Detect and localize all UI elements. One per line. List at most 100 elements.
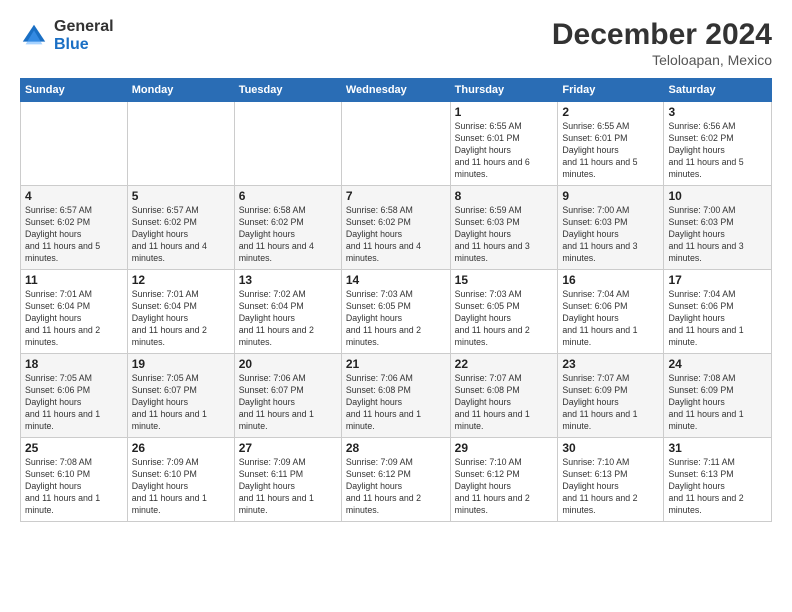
day-number: 14 — [346, 273, 446, 287]
day-number: 15 — [455, 273, 554, 287]
day-info: Sunrise: 6:55 AMSunset: 6:01 PMDaylight … — [455, 121, 554, 180]
calendar-cell: 21 Sunrise: 7:06 AMSunset: 6:08 PMDayligh… — [341, 354, 450, 438]
day-number: 31 — [668, 441, 767, 455]
day-info: Sunrise: 7:04 AMSunset: 6:06 PMDaylight … — [562, 289, 659, 348]
calendar-cell: 28Sunrise: 7:09 AMSunset: 6:12 PMDayligh… — [341, 438, 450, 522]
day-number: 27 — [239, 441, 337, 455]
col-saturday: Saturday — [664, 79, 772, 102]
day-info: Sunrise: 7:03 AMSunset: 6:05 PMDaylight … — [455, 289, 554, 348]
col-wednesday: Wednesday — [341, 79, 450, 102]
day-info: Sunrise: 7:07 AMSunset: 6:09 PMDaylight … — [562, 373, 659, 432]
calendar-cell: 2Sunrise: 6:55 AMSunset: 6:01 PMDaylight… — [558, 102, 664, 186]
calendar-cell — [127, 102, 234, 186]
day-number: 21 — [346, 357, 446, 371]
day-info: Sunrise: 7:00 AMSunset: 6:03 PMDaylight … — [668, 205, 767, 264]
day-number: 30 — [562, 441, 659, 455]
logo-blue-text: Blue — [54, 36, 114, 54]
day-info: Sunrise: 7:09 AMSunset: 6:12 PMDaylight … — [346, 457, 446, 516]
day-number: 11 — [25, 273, 123, 287]
day-number: 26 — [132, 441, 230, 455]
calendar-cell — [234, 102, 341, 186]
calendar-cell: 24 Sunrise: 7:08 AMSunset: 6:09 PMDayligh… — [664, 354, 772, 438]
day-number: 23 — [562, 357, 659, 371]
day-number: 9 — [562, 189, 659, 203]
calendar-cell: 17Sunrise: 7:04 AMSunset: 6:06 PMDayligh… — [664, 270, 772, 354]
day-info: Sunrise: 7:01 AMSunset: 6:04 PMDaylight … — [25, 289, 123, 348]
day-number: 25 — [25, 441, 123, 455]
calendar-cell — [341, 102, 450, 186]
day-info: Sunrise: 7:08 AMSunset: 6:09 PMDaylight … — [668, 373, 767, 432]
calendar-week-row: 1 Sunrise: 6:55 AMSunset: 6:01 PMDaylight… — [21, 102, 772, 186]
logo-icon — [20, 22, 48, 50]
day-info: Sunrise: 7:07 AMSunset: 6:08 PMDaylight … — [455, 373, 554, 432]
day-info: Sunrise: 7:11 AMSunset: 6:13 PMDaylight … — [668, 457, 767, 516]
calendar-cell: 31 Sunrise: 7:11 AMSunset: 6:13 PMDayligh… — [664, 438, 772, 522]
day-info: Sunrise: 7:09 AMSunset: 6:11 PMDaylight … — [239, 457, 337, 516]
day-number: 5 — [132, 189, 230, 203]
calendar-cell: 25 Sunrise: 7:08 AMSunset: 6:10 PMDayligh… — [21, 438, 128, 522]
calendar-cell: 3Sunrise: 6:56 AMSunset: 6:02 PMDaylight… — [664, 102, 772, 186]
calendar-cell: 12Sunrise: 7:01 AMSunset: 6:04 PMDayligh… — [127, 270, 234, 354]
calendar-header-row: Sunday Monday Tuesday Wednesday Thursday… — [21, 79, 772, 102]
day-number: 8 — [455, 189, 554, 203]
calendar-table: Sunday Monday Tuesday Wednesday Thursday… — [20, 78, 772, 522]
day-info: Sunrise: 7:10 AMSunset: 6:13 PMDaylight … — [562, 457, 659, 516]
calendar-cell: 5 Sunrise: 6:57 AMSunset: 6:02 PMDaylight… — [127, 186, 234, 270]
day-info: Sunrise: 7:00 AMSunset: 6:03 PMDaylight … — [562, 205, 659, 264]
calendar-cell: 20Sunrise: 7:06 AMSunset: 6:07 PMDayligh… — [234, 354, 341, 438]
day-info: Sunrise: 7:02 AMSunset: 6:04 PMDaylight … — [239, 289, 337, 348]
calendar-week-row: 11 Sunrise: 7:01 AMSunset: 6:04 PMDayligh… — [21, 270, 772, 354]
day-info: Sunrise: 7:05 AMSunset: 6:06 PMDaylight … — [25, 373, 123, 432]
calendar-cell: 7 Sunrise: 6:58 AMSunset: 6:02 PMDaylight… — [341, 186, 450, 270]
calendar-cell: 26 Sunrise: 7:09 AMSunset: 6:10 PMDayligh… — [127, 438, 234, 522]
calendar-cell: 8Sunrise: 6:59 AMSunset: 6:03 PMDaylight… — [450, 186, 558, 270]
day-number: 2 — [562, 105, 659, 119]
calendar-cell: 13 Sunrise: 7:02 AMSunset: 6:04 PMDayligh… — [234, 270, 341, 354]
col-tuesday: Tuesday — [234, 79, 341, 102]
calendar-cell: 30 Sunrise: 7:10 AMSunset: 6:13 PMDayligh… — [558, 438, 664, 522]
day-info: Sunrise: 6:57 AMSunset: 6:02 PMDaylight … — [132, 205, 230, 264]
day-number: 1 — [455, 105, 554, 119]
day-number: 19 — [132, 357, 230, 371]
day-info: Sunrise: 7:09 AMSunset: 6:10 PMDaylight … — [132, 457, 230, 516]
day-number: 29 — [455, 441, 554, 455]
calendar-cell: 1 Sunrise: 6:55 AMSunset: 6:01 PMDaylight… — [450, 102, 558, 186]
day-info: Sunrise: 7:08 AMSunset: 6:10 PMDaylight … — [25, 457, 123, 516]
day-number: 13 — [239, 273, 337, 287]
calendar-cell: 22 Sunrise: 7:07 AMSunset: 6:08 PMDayligh… — [450, 354, 558, 438]
day-number: 7 — [346, 189, 446, 203]
day-info: Sunrise: 7:05 AMSunset: 6:07 PMDaylight … — [132, 373, 230, 432]
calendar-cell: 4Sunrise: 6:57 AMSunset: 6:02 PMDaylight… — [21, 186, 128, 270]
calendar-cell: 19 Sunrise: 7:05 AMSunset: 6:07 PMDayligh… — [127, 354, 234, 438]
day-info: Sunrise: 6:58 AMSunset: 6:02 PMDaylight … — [239, 205, 337, 264]
calendar-cell: 14 Sunrise: 7:03 AMSunset: 6:05 PMDayligh… — [341, 270, 450, 354]
calendar-cell: 16 Sunrise: 7:04 AMSunset: 6:06 PMDayligh… — [558, 270, 664, 354]
calendar-cell: 27 Sunrise: 7:09 AMSunset: 6:11 PMDayligh… — [234, 438, 341, 522]
header: General Blue December 2024 Teloloapan, M… — [20, 18, 772, 68]
calendar-week-row: 25 Sunrise: 7:08 AMSunset: 6:10 PMDayligh… — [21, 438, 772, 522]
day-number: 3 — [668, 105, 767, 119]
page: General Blue December 2024 Teloloapan, M… — [0, 0, 792, 612]
col-monday: Monday — [127, 79, 234, 102]
calendar-cell: 18 Sunrise: 7:05 AMSunset: 6:06 PMDayligh… — [21, 354, 128, 438]
day-number: 16 — [562, 273, 659, 287]
logo-text: General Blue — [54, 18, 114, 53]
title-month: December 2024 — [552, 18, 772, 52]
day-number: 18 — [25, 357, 123, 371]
day-number: 6 — [239, 189, 337, 203]
day-number: 10 — [668, 189, 767, 203]
day-info: Sunrise: 7:01 AMSunset: 6:04 PMDaylight … — [132, 289, 230, 348]
logo: General Blue — [20, 18, 114, 53]
title-location: Teloloapan, Mexico — [552, 52, 772, 68]
day-number: 22 — [455, 357, 554, 371]
day-info: Sunrise: 7:03 AMSunset: 6:05 PMDaylight … — [346, 289, 446, 348]
calendar-cell: 11 Sunrise: 7:01 AMSunset: 6:04 PMDayligh… — [21, 270, 128, 354]
day-number: 24 — [668, 357, 767, 371]
col-thursday: Thursday — [450, 79, 558, 102]
day-info: Sunrise: 6:58 AMSunset: 6:02 PMDaylight … — [346, 205, 446, 264]
calendar-cell: 23 Sunrise: 7:07 AMSunset: 6:09 PMDayligh… — [558, 354, 664, 438]
day-number: 20 — [239, 357, 337, 371]
calendar-cell: 15 Sunrise: 7:03 AMSunset: 6:05 PMDayligh… — [450, 270, 558, 354]
day-number: 17 — [668, 273, 767, 287]
day-info: Sunrise: 7:06 AMSunset: 6:08 PMDaylight … — [346, 373, 446, 432]
